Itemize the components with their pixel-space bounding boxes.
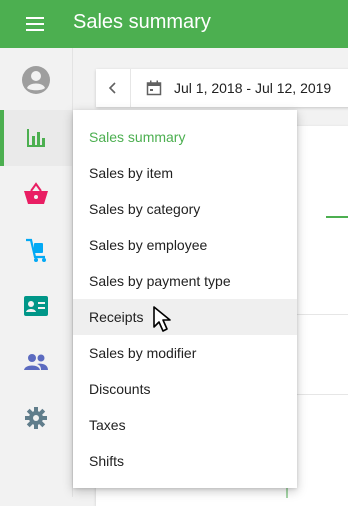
account-circle-icon xyxy=(22,66,50,94)
menu-item-sales-by-category[interactable]: Sales by category xyxy=(73,191,297,227)
badge-icon xyxy=(24,296,48,316)
items-cart-icon xyxy=(26,238,46,262)
sidebar-item-profile[interactable] xyxy=(0,52,72,108)
basket-icon xyxy=(24,182,48,204)
sidebar-item-sales[interactable] xyxy=(0,166,72,222)
sidebar-item-settings[interactable] xyxy=(0,390,72,446)
menu-item-discounts[interactable]: Discounts xyxy=(73,371,297,407)
chevron-left-icon xyxy=(108,82,116,94)
hamburger-menu-icon xyxy=(26,17,44,31)
menu-item-receipts[interactable]: Receipts xyxy=(73,299,297,335)
card-divider xyxy=(296,314,348,315)
sidebar xyxy=(0,48,73,497)
menu-item-shifts[interactable]: Shifts xyxy=(73,443,297,479)
menu-item-sales-by-payment-type[interactable]: Sales by payment type xyxy=(73,263,297,299)
menu-button[interactable] xyxy=(18,13,54,35)
date-filter: Jul 1, 2018 - Jul 12, 2019 xyxy=(96,69,348,107)
mouse-pointer-icon xyxy=(153,306,171,332)
sidebar-item-customers[interactable] xyxy=(0,334,72,390)
page-title: Sales summary xyxy=(73,11,211,33)
previous-period-button[interactable] xyxy=(96,69,131,107)
gear-icon xyxy=(25,407,47,429)
app-bar: Sales summary xyxy=(0,0,348,48)
menu-item-taxes[interactable]: Taxes xyxy=(73,407,297,443)
date-range-label: Jul 1, 2018 - Jul 12, 2019 xyxy=(174,80,332,96)
menu-item-sales-by-item[interactable]: Sales by item xyxy=(73,155,297,191)
report-type-menu: Sales summary Sales by item Sales by cat… xyxy=(73,110,297,488)
menu-item-sales-by-modifier[interactable]: Sales by modifier xyxy=(73,335,297,371)
sidebar-item-items[interactable] xyxy=(0,222,72,278)
people-icon xyxy=(24,354,48,370)
card-divider xyxy=(296,394,348,395)
sidebar-item-employees[interactable] xyxy=(0,278,72,334)
date-range-picker[interactable]: Jul 1, 2018 - Jul 12, 2019 xyxy=(146,69,331,107)
active-tab-indicator xyxy=(326,216,348,218)
bar-chart-icon xyxy=(27,129,45,147)
menu-item-sales-summary[interactable]: Sales summary xyxy=(73,119,297,155)
menu-item-sales-by-employee[interactable]: Sales by employee xyxy=(73,227,297,263)
calendar-icon xyxy=(146,80,162,96)
sidebar-item-reports[interactable] xyxy=(0,110,72,166)
